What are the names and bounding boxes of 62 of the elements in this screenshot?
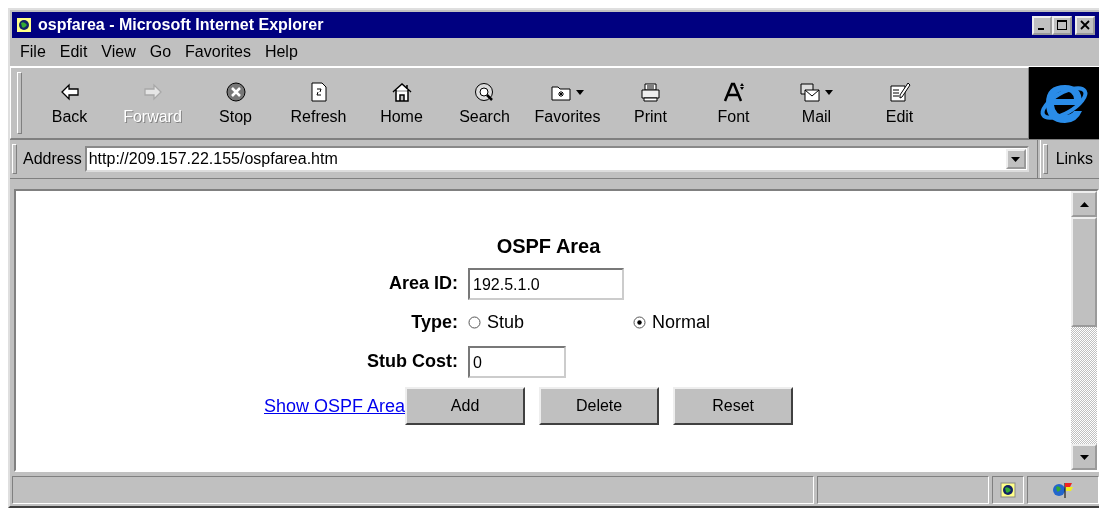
minimize-button[interactable] xyxy=(1032,15,1052,35)
text-field[interactable]: 192.5.1.0 xyxy=(468,267,624,300)
up-arrow-icon xyxy=(1079,201,1089,207)
radio-label: Stub xyxy=(487,312,525,333)
browser-logo xyxy=(1029,67,1099,139)
scroll-down-button[interactable] xyxy=(1071,444,1097,470)
toolbar-button[interactable]: Refresh xyxy=(277,68,360,138)
radio-button[interactable] xyxy=(633,316,646,329)
toolbar-icon xyxy=(141,82,164,102)
close-button[interactable] xyxy=(1075,15,1095,35)
maximize-icon xyxy=(1057,20,1067,30)
toolbar-button[interactable]: Mail xyxy=(775,68,858,138)
caret-icon xyxy=(1011,156,1021,162)
caret-icon xyxy=(576,89,584,95)
toolbar-button[interactable]: Back xyxy=(28,68,111,138)
menu-item[interactable]: Go xyxy=(143,43,178,61)
toolbar-icon xyxy=(473,82,496,102)
minimize-icon xyxy=(1037,27,1044,30)
scroll-up-button[interactable] xyxy=(1071,191,1097,217)
toolbar-icon xyxy=(639,82,662,102)
toolbar-icon xyxy=(888,82,911,102)
page-icon xyxy=(16,17,32,33)
caret-icon xyxy=(825,89,833,95)
menu-item[interactable]: Help xyxy=(258,43,304,61)
radio-label: Normal xyxy=(652,312,710,333)
toolbar-icon xyxy=(224,82,247,102)
globe-icon xyxy=(1052,481,1074,499)
links-button[interactable]: Links xyxy=(1053,150,1099,168)
address-label: Address xyxy=(23,150,82,168)
menu-item[interactable]: Edit xyxy=(53,43,94,61)
toolbar-button[interactable]: Home xyxy=(360,68,443,138)
field-label: Type: xyxy=(410,311,458,334)
toolbar-button[interactable]: Stop xyxy=(194,68,277,138)
toolbar-icon xyxy=(800,82,822,102)
menu-item[interactable]: Favorites xyxy=(179,43,257,61)
form-button[interactable]: Delete xyxy=(539,387,660,425)
field-label: Stub Cost: xyxy=(366,350,458,373)
menu-item[interactable]: File xyxy=(14,43,52,61)
form-button[interactable]: Reset xyxy=(673,387,794,425)
dropdown-button[interactable] xyxy=(1005,149,1026,169)
text-field[interactable]: 0 xyxy=(468,345,566,378)
radio-button[interactable] xyxy=(468,316,481,329)
scrollbar[interactable] xyxy=(1071,191,1097,470)
form-button[interactable]: Add xyxy=(405,387,526,425)
page-title: OSPF Area xyxy=(495,235,602,258)
show-area-link[interactable]: Show OSPF Area xyxy=(264,395,406,417)
window-title: ospfarea - Microsoft Internet Explorer xyxy=(38,16,325,34)
toolbar-icon xyxy=(722,82,745,102)
maximize-button[interactable] xyxy=(1052,15,1072,35)
scroll-thumb[interactable] xyxy=(1071,217,1097,327)
menu-item[interactable]: View xyxy=(95,43,142,61)
toolbar-button[interactable]: Print xyxy=(609,68,692,138)
page-icon xyxy=(1000,482,1016,498)
toolbar-icon xyxy=(390,82,413,102)
address-field[interactable]: http://209.157.22.155/ospfarea.htm xyxy=(84,146,1029,172)
toolbar-button[interactable]: Edit xyxy=(858,68,941,138)
field-label: Area ID: xyxy=(387,272,458,295)
close-icon xyxy=(1080,20,1090,30)
toolbar-button[interactable]: Favorites xyxy=(526,68,609,138)
down-arrow-icon xyxy=(1079,454,1089,460)
toolbar-button[interactable]: Search xyxy=(443,68,526,138)
toolbar-button[interactable]: Font xyxy=(692,68,775,138)
